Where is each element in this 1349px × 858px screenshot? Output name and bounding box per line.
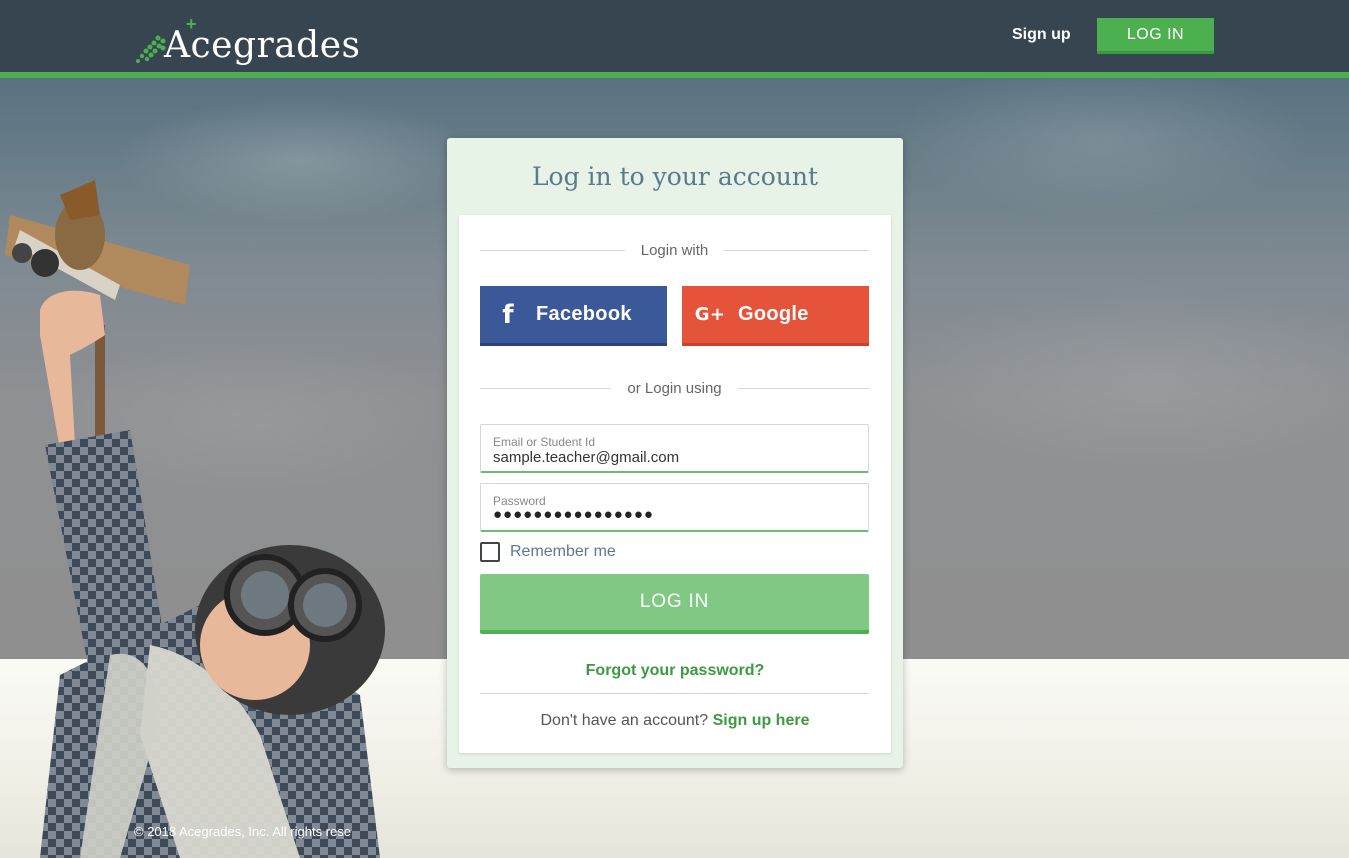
google-label: Google: [738, 303, 809, 325]
password-field-value[interactable]: ●●●●●●●●●●●●●●●●: [493, 506, 654, 523]
header-login-button[interactable]: LOG IN: [1097, 18, 1214, 54]
divider-line: [480, 693, 869, 694]
facebook-f-icon: f: [502, 299, 514, 330]
login-with-divider: Login with: [480, 240, 870, 260]
divider-line: [737, 387, 870, 389]
google-login-button[interactable]: G+ Google: [682, 286, 869, 346]
signup-here-link[interactable]: Sign up here: [713, 712, 810, 729]
login-with-label: Login with: [640, 241, 709, 259]
divider-line: [480, 387, 612, 389]
child-head-image: [195, 545, 385, 715]
email-field-label: Email or Student Id: [493, 435, 596, 449]
brand-plus-icon: +: [186, 14, 197, 34]
no-account-row: Don't have an account? Sign up here: [459, 712, 891, 730]
login-form-panel: Login with f Facebook G+ Google or Login…: [459, 215, 891, 753]
forgot-password-link[interactable]: Forgot your password?: [459, 662, 891, 680]
top-navbar: Acegrades + Sign up LOG IN: [0, 0, 1349, 72]
page-title: Log in to your account: [531, 162, 819, 191]
password-field[interactable]: Password ●●●●●●●●●●●●●●●●: [480, 483, 869, 532]
email-field[interactable]: Email or Student Id sample.teacher@gmail…: [480, 424, 869, 473]
login-submit-button[interactable]: LOG IN: [480, 574, 869, 634]
remember-me-label[interactable]: Remember me: [510, 543, 616, 561]
google-plus-icon: G+: [694, 304, 726, 325]
signup-link[interactable]: Sign up: [1012, 26, 1071, 44]
email-field-value[interactable]: sample.teacher@gmail.com: [493, 449, 679, 466]
login-card: Log in to your account Login with f Face…: [447, 138, 903, 768]
remember-me-checkbox[interactable]: [480, 542, 500, 562]
or-login-using-divider: or Login using: [480, 378, 870, 398]
facebook-label: Facebook: [536, 303, 632, 325]
divider-line: [724, 249, 870, 251]
kid-with-plane-illustration: [5, 180, 385, 858]
divider-line: [480, 249, 625, 251]
or-login-using-label: or Login using: [627, 379, 722, 397]
remember-me-row[interactable]: Remember me: [480, 541, 616, 563]
copyright-text: © 2018 Acegrades, Inc. All rights rese: [134, 824, 351, 839]
facebook-login-button[interactable]: f Facebook: [480, 286, 667, 346]
dotted-arrow-logo-icon: [136, 35, 166, 63]
no-account-text: Don't have an account?: [540, 712, 709, 729]
header-accent-line: [0, 72, 1349, 78]
brand-logo[interactable]: Acegrades +: [134, 14, 361, 68]
